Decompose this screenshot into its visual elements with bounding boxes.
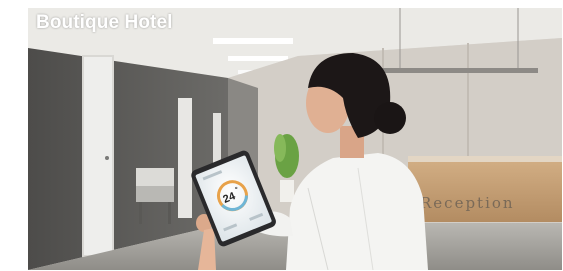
door [178, 98, 192, 218]
hero-image-frame: Reception 24 ° Boutique Hotel [28, 8, 562, 270]
ceiling-light [213, 38, 293, 44]
page-title: Boutique Hotel [36, 12, 173, 33]
plant-pot [280, 180, 294, 202]
ceiling-light [228, 56, 288, 61]
reception-desk [408, 160, 562, 222]
pendant-light [373, 68, 538, 73]
door [82, 55, 114, 257]
reception-sign: Reception [420, 194, 515, 212]
hair-bun [374, 102, 406, 134]
bench [136, 168, 174, 186]
hotel-lobby-photo: Reception 24 ° [28, 8, 562, 270]
